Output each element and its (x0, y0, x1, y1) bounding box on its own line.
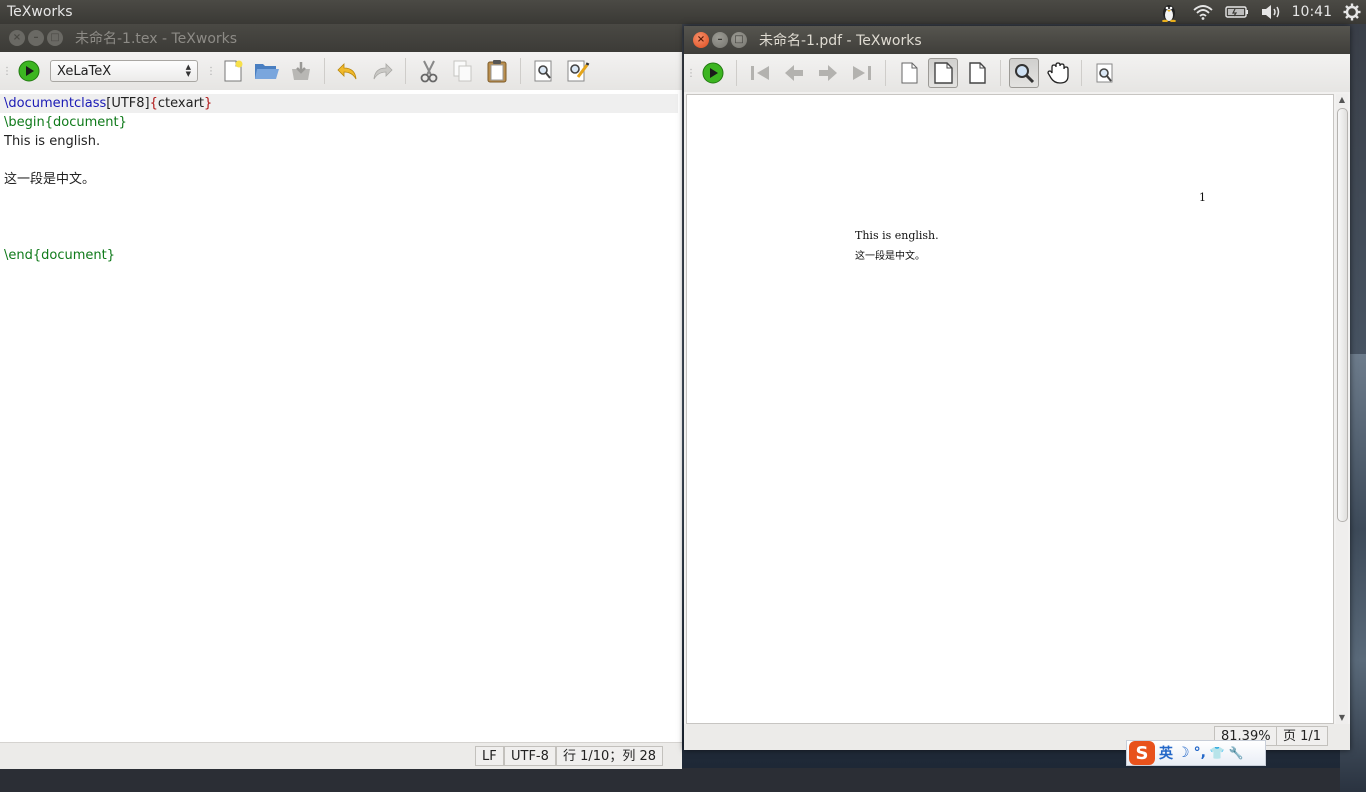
previous-page-icon[interactable] (779, 58, 809, 88)
toolbar-grip-2[interactable]: ⋮ (206, 61, 216, 81)
editor-statusbar: LF UTF-8 行 1/10；列 28 (0, 742, 682, 769)
code-line-2[interactable]: \begin{document} (0, 113, 682, 132)
editor-window-title: 未命名-1.tex - TeXworks (75, 31, 238, 47)
moon-icon[interactable]: ☽ (1177, 745, 1190, 761)
editor-maximize-button[interactable]: □ (47, 30, 63, 46)
sogou-logo-icon[interactable]: S (1129, 741, 1155, 765)
scrollbar-thumb[interactable] (1337, 108, 1348, 522)
pdf-toolbar: ⋮ (684, 54, 1350, 92)
find-icon[interactable] (1090, 58, 1120, 88)
pdf-page-view[interactable]: 1 This is english. 这一段是中文。 (686, 94, 1334, 724)
cut-icon[interactable] (414, 56, 444, 86)
open-folder-icon[interactable] (252, 56, 282, 86)
typeset-engine-select[interactable]: XeLaTeX ▲ ▼ (50, 60, 198, 82)
toolbar-separator (1081, 60, 1082, 86)
pdf-close-button[interactable]: × (693, 32, 709, 48)
typeset-play-icon[interactable] (698, 58, 728, 88)
pdf-window: × – □ 未命名-1.pdf - TeXworks ⋮ 1 This is e… (684, 26, 1350, 750)
encoding-indicator[interactable]: UTF-8 (504, 746, 556, 766)
toolbar-separator (405, 58, 406, 84)
code-line-4[interactable] (0, 151, 682, 170)
next-page-icon[interactable] (813, 58, 843, 88)
toolbar-separator (1000, 60, 1001, 86)
code-line-1[interactable]: \documentclass[UTF8]{ctexart} (0, 94, 678, 113)
ime-mode-toggle[interactable]: 英 (1159, 743, 1173, 763)
clock[interactable]: 10:41 (1288, 4, 1338, 20)
code-line-9[interactable]: \end{document} (0, 246, 682, 265)
undo-icon[interactable] (333, 56, 363, 86)
actual-size-icon[interactable] (894, 58, 924, 88)
fit-window-icon[interactable] (962, 58, 992, 88)
toolbar-grip[interactable]: ⋮ (686, 63, 696, 83)
new-document-icon[interactable] (218, 56, 248, 86)
toolbar-separator (885, 60, 886, 86)
pdf-page-number: 1 (1199, 191, 1206, 204)
input-method-bar[interactable]: S 英 ☽ °, 👕 🔧 (1126, 740, 1266, 766)
active-app-name: TeXworks (7, 4, 73, 20)
editor-close-button[interactable]: × (9, 30, 25, 46)
hand-scroll-icon[interactable] (1043, 58, 1073, 88)
penguin-icon[interactable] (1152, 0, 1186, 24)
typeset-engine-value: XeLaTeX (57, 63, 112, 79)
editor-minimize-button[interactable]: – (28, 30, 44, 46)
code-line-8[interactable] (0, 227, 682, 246)
code-line-6[interactable] (0, 189, 682, 208)
pdf-vertical-scrollbar[interactable]: ▲ ▼ (1336, 94, 1348, 724)
top-panel: TeXworks 10:41 (0, 0, 1366, 24)
cursor-position-indicator[interactable]: 行 1/10；列 28 (556, 746, 663, 766)
line-ending-indicator[interactable]: LF (475, 746, 504, 766)
code-line-7[interactable] (0, 208, 682, 227)
code-argument: ctexart (157, 96, 205, 111)
pdf-titlebar[interactable]: × – □ 未命名-1.pdf - TeXworks (684, 26, 1350, 54)
volume-icon[interactable] (1254, 0, 1288, 24)
code-brace-open: { (149, 96, 158, 111)
pdf-maximize-button[interactable]: □ (731, 32, 747, 48)
magnify-icon[interactable] (1009, 58, 1039, 88)
editor-titlebar[interactable]: × – □ 未命名-1.tex - TeXworks (0, 24, 682, 52)
replace-icon[interactable] (563, 56, 593, 86)
save-icon[interactable] (286, 56, 316, 86)
find-icon[interactable] (529, 56, 559, 86)
paste-icon[interactable] (482, 56, 512, 86)
redo-icon[interactable] (367, 56, 397, 86)
fit-width-icon[interactable] (928, 58, 958, 88)
power-gear-icon[interactable] (1338, 0, 1366, 24)
editor-toolbar: ⋮ XeLaTeX ▲ ▼ ⋮ (0, 52, 682, 90)
toolbar-separator (736, 60, 737, 86)
pdf-window-title: 未命名-1.pdf - TeXworks (759, 33, 922, 49)
scroll-up-arrow-icon[interactable]: ▲ (1336, 94, 1348, 106)
toolbar-separator (324, 58, 325, 84)
pdf-text-line-1: This is english. (855, 229, 939, 242)
typeset-play-icon[interactable] (14, 56, 44, 86)
wifi-icon[interactable] (1186, 0, 1220, 24)
code-command: \documentclass (4, 96, 107, 111)
code-brace-close: } (204, 96, 213, 111)
pdf-text-line-2: 这一段是中文。 (855, 251, 925, 262)
code-line-3[interactable]: This is english. (0, 132, 682, 151)
skin-shirt-icon[interactable]: 👕 (1210, 746, 1225, 760)
toolbar-grip[interactable]: ⋮ (2, 61, 12, 81)
code-option: [UTF8] (106, 96, 150, 111)
first-page-icon[interactable] (745, 58, 775, 88)
battery-icon[interactable] (1220, 0, 1254, 24)
punctuation-icon[interactable]: °, (1194, 745, 1206, 761)
code-line-5[interactable]: 这一段是中文。 (0, 170, 682, 189)
last-page-icon[interactable] (847, 58, 877, 88)
tools-wrench-icon[interactable]: 🔧 (1229, 746, 1244, 760)
toolbar-separator (520, 58, 521, 84)
scroll-down-arrow-icon[interactable]: ▼ (1336, 712, 1348, 724)
select-arrows-icon: ▲ ▼ (185, 63, 191, 78)
page-indicator[interactable]: 页 1/1 (1276, 726, 1329, 746)
editor-window: × – □ 未命名-1.tex - TeXworks ⋮ XeLaTeX ▲ ▼ … (0, 24, 682, 769)
source-editor[interactable]: \documentclass[UTF8]{ctexart} \begin{doc… (0, 90, 682, 742)
system-tray: 10:41 (1152, 0, 1366, 24)
pdf-minimize-button[interactable]: – (712, 32, 728, 48)
copy-icon[interactable] (448, 56, 478, 86)
